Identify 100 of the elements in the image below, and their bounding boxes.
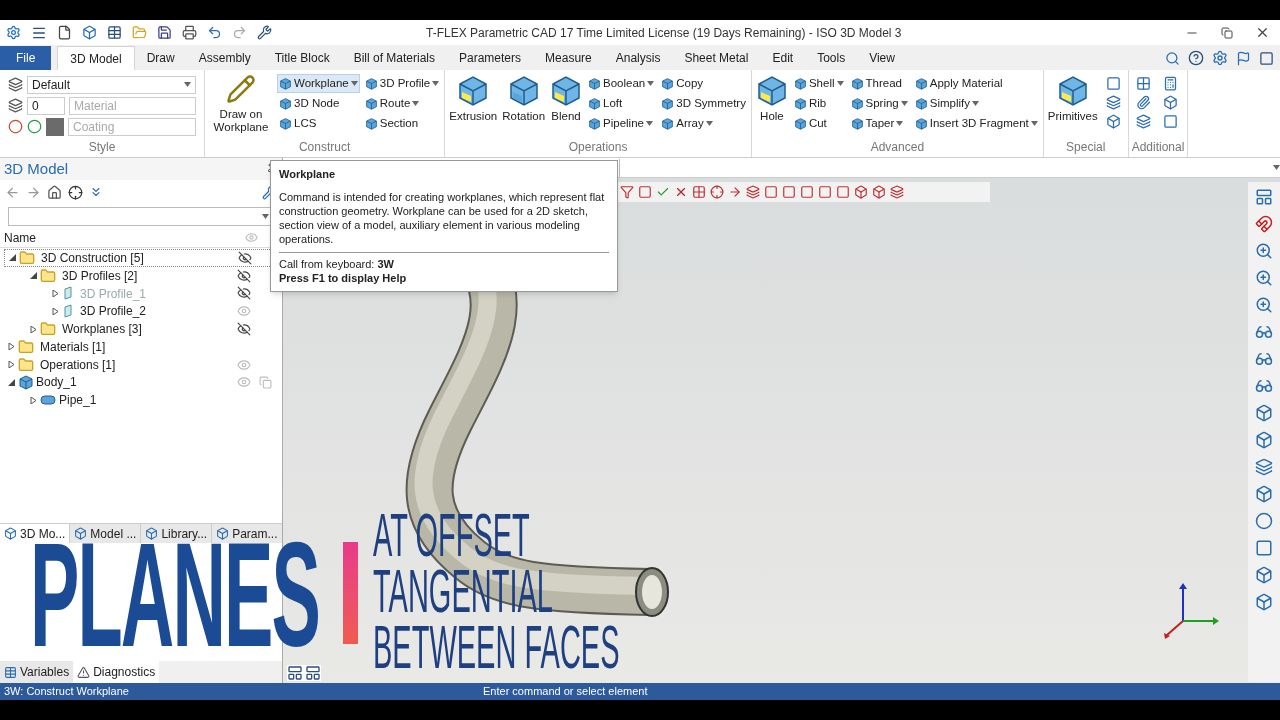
ribbon-large-button[interactable]: Hole [754, 74, 789, 123]
panel-tab[interactable]: Diagnostics [73, 661, 160, 683]
toolbar-icon[interactable] [1255, 458, 1273, 476]
hidden-eye-icon[interactable] [237, 268, 251, 283]
new-file-icon[interactable] [57, 25, 72, 40]
ribbon-button[interactable]: Workplane [277, 74, 360, 93]
toolbar-icon[interactable] [818, 185, 832, 199]
tree-item[interactable]: Pipe_1 [59, 391, 97, 410]
toolbar-icon[interactable] [836, 185, 850, 199]
back-icon[interactable] [5, 184, 20, 200]
toolbar-icon[interactable] [1135, 95, 1151, 110]
toolbar-icon[interactable] [764, 185, 778, 199]
restore-icon[interactable] [1221, 26, 1233, 39]
home-icon[interactable] [47, 184, 62, 200]
toolbar-icon[interactable] [1255, 512, 1273, 530]
flag-icon[interactable] [1236, 50, 1251, 66]
ribbon-button[interactable]: Copy [659, 74, 748, 93]
toolbar-icon[interactable] [890, 185, 904, 199]
panel-tab[interactable]: 3D Mo... [0, 524, 70, 543]
ribbon-large-button[interactable]: Rotation [501, 74, 547, 123]
forward-icon[interactable] [26, 184, 41, 200]
hidden-eye-icon[interactable] [237, 286, 251, 301]
material-field[interactable]: Material [69, 96, 196, 115]
help-icon[interactable] [1188, 50, 1204, 66]
toolbar-icon[interactable] [1105, 76, 1121, 91]
panel-tab[interactable]: Library... [140, 524, 212, 543]
hidden-eye-icon[interactable] [238, 250, 252, 265]
toolbar-icon[interactable] [1105, 95, 1121, 110]
ribbon-button[interactable]: Boolean [586, 74, 657, 93]
settings-icon[interactable] [1212, 50, 1228, 66]
ribbon-tab[interactable]: Tools [805, 46, 858, 70]
toolbar-icon[interactable] [800, 185, 814, 199]
layout-icon[interactable] [287, 665, 303, 681]
ribbon-button[interactable]: Spring [848, 94, 910, 113]
window-icon[interactable] [107, 25, 122, 40]
panel-tab[interactable]: Variables [0, 661, 74, 683]
ribbon-tab[interactable]: Edit [760, 46, 806, 70]
ribbon-large-button[interactable]: Extrusion [448, 74, 499, 123]
ribbon-button[interactable]: Pipeline [586, 114, 657, 133]
panel-tab[interactable]: Model ... [69, 524, 141, 543]
toolbar-icon[interactable] [1255, 404, 1273, 422]
toolbar-icon[interactable] [1255, 188, 1273, 206]
toolbar-icon[interactable] [638, 185, 652, 199]
ribbon-tab[interactable]: Title Block [262, 46, 342, 70]
ribbon-button[interactable]: 3D Node [277, 94, 360, 113]
style-dropdown[interactable]: Default [27, 75, 196, 94]
layout-icon[interactable] [305, 665, 321, 681]
ribbon-tab[interactable]: Sheet Metal [672, 46, 761, 70]
ribbon-button[interactable]: 3D Profile [362, 74, 442, 93]
panel-tab[interactable]: Param... [211, 524, 282, 543]
ribbon-button[interactable]: Rib [791, 94, 846, 113]
file-menu[interactable]: File [0, 46, 52, 70]
toolbar-icon[interactable] [620, 185, 634, 199]
close-icon[interactable] [1255, 25, 1270, 40]
hidden-eye-icon[interactable] [237, 322, 251, 337]
target-icon[interactable] [68, 184, 83, 200]
toolbar-icon[interactable] [692, 185, 706, 199]
wrench-icon[interactable] [257, 25, 272, 40]
ribbon-button[interactable]: Cut [791, 114, 846, 133]
color-swatch[interactable] [46, 117, 64, 136]
ribbon-button[interactable]: Apply Material [912, 74, 1040, 93]
toolbar-icon[interactable] [854, 185, 868, 199]
toolbar-icon[interactable] [1255, 377, 1273, 395]
tree-item[interactable]: Operations [1] [40, 355, 116, 374]
toolbar-icon[interactable] [1135, 114, 1151, 129]
toolbar-icon[interactable] [1162, 114, 1178, 129]
toolbar-icon[interactable] [1255, 593, 1273, 611]
toolbar-icon[interactable] [1135, 76, 1151, 91]
ribbon-tab[interactable]: View [857, 46, 907, 70]
toolbar-icon[interactable] [1255, 215, 1273, 233]
ribbon-button[interactable]: Shell [791, 74, 846, 93]
ribbon-tab[interactable]: Bill of Materials [341, 46, 447, 70]
cube-icon[interactable] [82, 25, 97, 40]
layer-spinner[interactable]: 0 [27, 96, 65, 115]
toolbar-icon[interactable] [1255, 296, 1273, 314]
coating-field[interactable]: Coating [68, 117, 196, 136]
toolbar-icon[interactable] [710, 185, 724, 199]
ribbon-tab[interactable]: Analysis [603, 46, 673, 70]
ribbon-button[interactable]: Insert 3D Fragment [912, 114, 1040, 133]
toolbar-icon[interactable] [746, 185, 760, 199]
toolbar-icon[interactable] [782, 185, 796, 199]
ribbon-large-button[interactable]: Draw on Workplane [208, 74, 274, 134]
ribbon-tab[interactable]: 3D Model [57, 46, 135, 70]
print-icon[interactable] [182, 25, 197, 40]
tree-item[interactable]: Body_1 [36, 373, 77, 392]
toolbar-icon[interactable] [1105, 114, 1121, 129]
toolbar-icon[interactable] [1162, 95, 1178, 110]
ribbon-tab[interactable]: Measure [533, 46, 604, 70]
save-icon[interactable] [157, 25, 172, 40]
toolbar-icon[interactable] [1255, 566, 1273, 584]
ribbon-button[interactable]: Route [362, 94, 442, 113]
toolbar-icon[interactable] [1255, 485, 1273, 503]
ribbon-button[interactable]: LCS [277, 114, 360, 133]
expand-all-icon[interactable] [89, 185, 103, 199]
toolbar-icon[interactable] [1255, 242, 1273, 260]
ribbon-button[interactable]: Taper [848, 114, 910, 133]
search-icon[interactable] [1165, 50, 1180, 66]
toolbar-icon[interactable] [872, 185, 886, 199]
ribbon-large-button[interactable]: Primitives [1046, 74, 1099, 123]
ribbon-button[interactable]: Thread [848, 74, 910, 93]
